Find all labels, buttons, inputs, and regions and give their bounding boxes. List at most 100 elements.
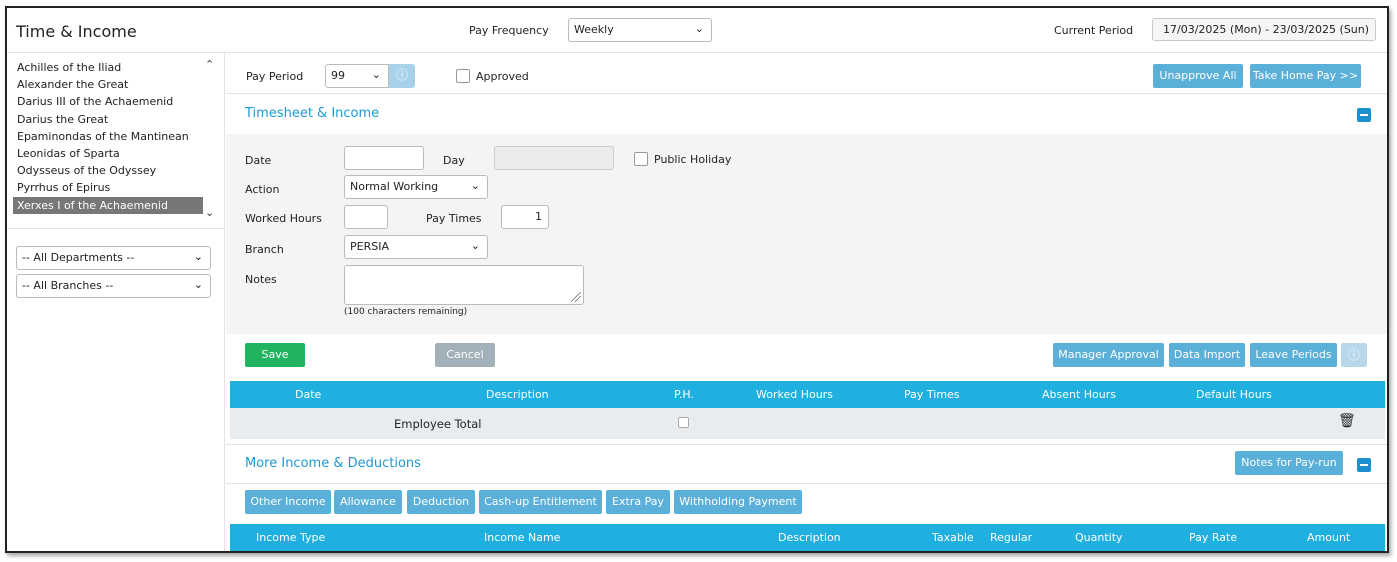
notes-label: Notes	[245, 273, 277, 286]
column-header: Absent Hours	[1042, 388, 1117, 401]
collapse-minus-icon[interactable]	[1357, 458, 1371, 472]
pay-frequency-value: Weekly	[574, 23, 614, 36]
employee-list-item[interactable]: Achilles of the Iliad	[13, 59, 203, 76]
employee-list-item[interactable]: Alexander the Great	[13, 76, 203, 93]
unapprove-all-button[interactable]: Unapprove All	[1153, 64, 1243, 88]
column-header: Income Name	[484, 531, 561, 544]
current-period-label: Current Period	[1054, 24, 1134, 37]
app-window: Time & Income Pay Frequency Weekly ⌄ Cur…	[5, 6, 1389, 553]
timesheet-table-header: Date Description P.H. Worked Hours Pay T…	[230, 381, 1385, 408]
scroll-down-icon[interactable]: ⌄	[205, 206, 214, 219]
department-filter[interactable]: -- All Departments -- ⌄	[16, 246, 211, 270]
info-icon[interactable]: ⓘ	[1341, 343, 1367, 367]
public-holiday-checkbox[interactable]	[634, 152, 648, 166]
branch-label: Branch	[245, 243, 284, 256]
employee-list-item[interactable]: Darius III of the Achaemenid	[13, 93, 203, 110]
employee-list-item[interactable]: Epaminondas of the Mantinean	[13, 128, 203, 145]
pay-times-label: Pay Times	[426, 212, 482, 225]
scroll-up-icon[interactable]: ⌃	[205, 58, 214, 71]
cancel-button[interactable]: Cancel	[435, 343, 495, 367]
branch-select[interactable]: PERSIA ⌄	[344, 235, 488, 259]
day-field	[494, 146, 614, 170]
employee-list-item[interactable]: Xerxes I of the Achaemenid	[13, 196, 203, 214]
column-header: Pay Times	[904, 388, 960, 401]
timesheet-form: Date Day Public Holiday Action Normal Wo…	[226, 134, 1387, 334]
column-header: Taxable	[932, 531, 974, 544]
column-header: Amount	[1307, 531, 1351, 544]
date-label: Date	[245, 154, 272, 167]
divider	[226, 93, 1387, 94]
income-section-title: More Income & Deductions	[245, 456, 421, 471]
department-filter-value: -- All Departments --	[22, 251, 135, 264]
pay-period-value: 99	[331, 69, 345, 82]
collapse-minus-icon[interactable]	[1357, 108, 1371, 122]
employee-sidebar: Achilles of the Iliad Alexander the Great…	[7, 53, 225, 551]
employee-list-item[interactable]: Leonidas of Sparta	[13, 145, 203, 162]
pay-frequency-select[interactable]: Weekly ⌄	[568, 18, 712, 42]
income-table-header: Income Type Income Name Description Taxa…	[230, 524, 1385, 551]
branch-filter[interactable]: -- All Branches -- ⌄	[16, 274, 211, 298]
column-header: Worked Hours	[756, 388, 833, 401]
branch-filter-value: -- All Branches --	[22, 279, 114, 292]
column-header: Description	[778, 531, 841, 544]
main-content: Pay Period 99 ⌄ ⓘ Approved Unapprove All…	[226, 53, 1387, 551]
employee-list-item[interactable]: Pyrrhus of Epirus	[13, 179, 203, 196]
public-holiday-label: Public Holiday	[654, 153, 732, 166]
current-period-display[interactable]: 17/03/2025 (Mon) - 23/03/2025 (Sun)	[1152, 18, 1376, 41]
chevron-down-icon: ⌄	[694, 22, 704, 35]
chevron-down-icon: ⌄	[371, 68, 381, 81]
column-header: Income Type	[256, 531, 326, 544]
allowance-button[interactable]: Allowance	[334, 490, 402, 514]
column-header: Regular	[990, 531, 1033, 544]
take-home-pay-button[interactable]: Take Home Pay >>	[1250, 64, 1361, 88]
ph-checkbox[interactable]	[678, 417, 689, 428]
divider	[7, 228, 225, 229]
withholding-payment-button[interactable]: Withholding Payment	[674, 490, 802, 514]
action-select[interactable]: Normal Working ⌄	[344, 175, 488, 199]
chevron-down-icon: ⌄	[470, 179, 480, 192]
column-header: P.H.	[674, 388, 694, 401]
approved-checkbox[interactable]	[456, 69, 470, 83]
column-header: Default Hours	[1196, 388, 1272, 401]
chevron-down-icon: ⌄	[193, 278, 203, 291]
date-input[interactable]	[344, 146, 424, 170]
worked-hours-label: Worked Hours	[245, 212, 322, 225]
data-import-button[interactable]: Data Import	[1169, 343, 1245, 367]
pay-times-input[interactable]: 1	[501, 205, 549, 229]
notes-textarea[interactable]	[344, 265, 584, 305]
notes-remaining: (100 characters remaining)	[344, 307, 468, 317]
employee-total-label: Employee Total	[394, 417, 482, 431]
day-label: Day	[443, 154, 465, 167]
timesheet-section-title: Timesheet & Income	[245, 106, 380, 121]
column-header: Description	[486, 388, 549, 401]
other-income-button[interactable]: Other Income	[245, 490, 331, 514]
worked-hours-input[interactable]	[344, 205, 388, 229]
resize-handle-icon[interactable]	[571, 292, 581, 302]
extra-pay-button[interactable]: Extra Pay	[606, 490, 670, 514]
page-title: Time & Income	[16, 22, 137, 41]
pay-period-label: Pay Period	[246, 70, 304, 83]
column-header: Quantity	[1075, 531, 1123, 544]
cash-up-entitlement-button[interactable]: Cash-up Entitlement	[479, 490, 602, 514]
info-icon[interactable]: ⓘ	[389, 64, 415, 88]
pay-period-select[interactable]: 99 ⌄	[325, 64, 389, 88]
employee-total-row: Employee Total 🗑	[230, 408, 1385, 439]
employee-list[interactable]: Achilles of the Iliad Alexander the Great…	[13, 59, 203, 219]
employee-list-item[interactable]: Darius the Great	[13, 111, 203, 128]
leave-periods-button[interactable]: Leave Periods	[1250, 343, 1337, 367]
chevron-down-icon: ⌄	[470, 239, 480, 252]
action-value: Normal Working	[350, 180, 439, 193]
divider	[226, 444, 1387, 445]
save-button[interactable]: Save	[245, 343, 305, 367]
trash-icon[interactable]: 🗑	[1338, 413, 1356, 429]
pay-frequency-label: Pay Frequency	[469, 24, 549, 37]
chevron-down-icon: ⌄	[193, 250, 203, 263]
divider	[226, 483, 1387, 484]
column-header: Pay Rate	[1189, 531, 1238, 544]
manager-approval-button[interactable]: Manager Approval	[1053, 343, 1164, 367]
action-label: Action	[245, 183, 280, 196]
employee-list-item[interactable]: Odysseus of the Odyssey	[13, 162, 203, 179]
deduction-button[interactable]: Deduction	[407, 490, 475, 514]
column-header: Date	[295, 388, 322, 401]
notes-for-payrun-button[interactable]: Notes for Pay-run	[1235, 451, 1343, 475]
